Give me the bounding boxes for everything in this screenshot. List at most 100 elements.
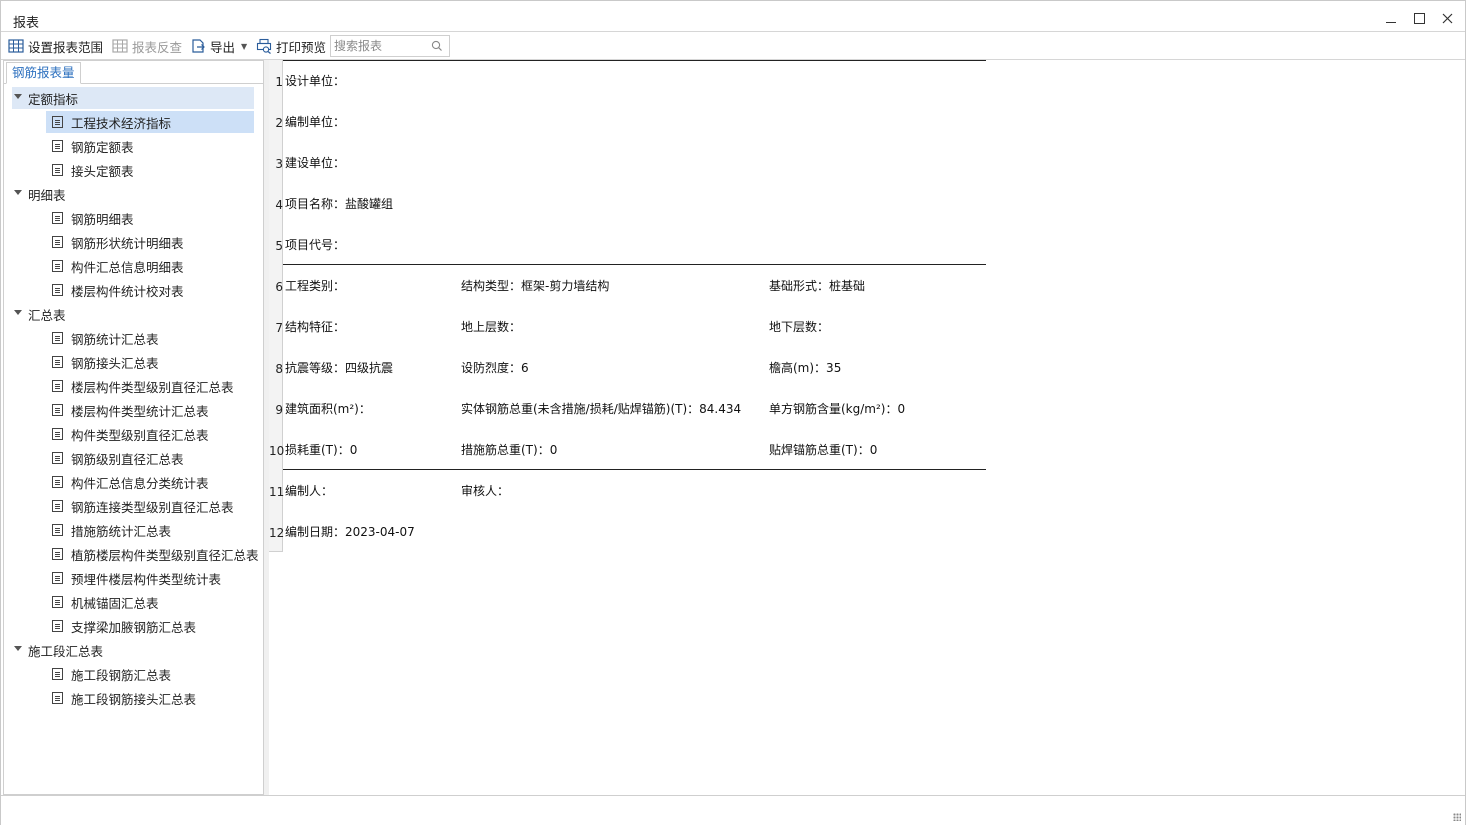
expand-caret-icon[interactable] [14,190,22,195]
maximize-button[interactable] [1410,9,1428,27]
tree-item-label: 钢筋形状统计明细表 [71,235,184,251]
document-icon [52,404,63,416]
report-cell: 结构特征： [285,320,346,334]
tree-item-label: 楼层构件类型级别直径汇总表 [71,379,234,395]
tree-item[interactable]: 构件汇总信息分类统计表 [46,471,254,493]
report-cell: 项目代号： [285,238,346,252]
row-number: 7 [275,321,283,335]
tree-item[interactable]: 钢筋级别直径汇总表 [46,447,254,469]
export-button[interactable]: 导出 ▼ [190,36,247,56]
tab-rebar-report[interactable]: 钢筋报表量 [6,62,81,84]
tree-item[interactable]: 楼层构件类型级别直径汇总表 [46,375,254,397]
tree-item-label: 机械锚固汇总表 [71,595,159,611]
section-divider [283,60,986,61]
row-number: 11 [269,485,285,499]
document-icon [52,548,63,560]
report-reverse-button[interactable]: 报表反查 [112,36,182,56]
row-number-column: 1 2 3 4 5 6 7 8 9 10 11 12 [269,60,285,552]
tree-item[interactable]: 钢筋接头汇总表 [46,351,254,373]
tree-item[interactable]: 接头定额表 [46,159,254,181]
document-icon [52,668,63,680]
document-icon [52,140,63,152]
tree-group[interactable]: 明细表 [12,183,254,205]
report-cell: 建筑面积(m²)： [285,402,371,416]
tree-item[interactable]: 楼层构件类型统计汇总表 [46,399,254,421]
print-preview-button[interactable]: 打印预览 [256,36,326,56]
tree-item[interactable]: 机械锚固汇总表 [46,591,254,613]
document-icon [52,596,63,608]
tree-item-label: 预埋件楼层构件类型统计表 [71,571,222,587]
tree-item[interactable]: 楼层构件统计校对表 [46,279,254,301]
expand-caret-icon[interactable] [14,646,22,651]
close-button[interactable] [1438,9,1456,27]
status-bar [1,795,1465,825]
search-box [330,35,450,57]
tree-item[interactable]: 钢筋连接类型级别直径汇总表 [46,495,254,517]
tree-item-label: 构件汇总信息分类统计表 [71,475,209,491]
tree-item[interactable]: 施工段钢筋汇总表 [46,663,254,685]
close-icon [1442,13,1452,23]
window-title: 报表 [13,16,40,31]
tree-item-label: 楼层构件统计校对表 [71,283,184,299]
document-icon [52,380,63,392]
document-icon [52,260,63,272]
row-number: 6 [275,280,283,294]
tree-item-label: 植筋楼层构件类型级别直径汇总表 [71,547,259,563]
search-icon[interactable] [431,40,443,52]
report-cell: 檐高(m)：35 [769,361,842,375]
tree-item[interactable]: 施工段钢筋接头汇总表 [46,687,254,709]
tree-item-label: 支撑梁加腋钢筋汇总表 [71,619,197,635]
report-cell: 审核人： [461,484,510,498]
tree-item[interactable]: 工程技术经济指标 [46,111,254,133]
set-range-button[interactable]: 设置报表范围 [8,36,103,56]
tree-item[interactable]: 构件汇总信息明细表 [46,255,254,277]
document-icon [52,476,63,488]
document-icon [52,428,63,440]
tree-item[interactable]: 钢筋形状统计明细表 [46,231,254,253]
tree-item-label: 措施筋统计汇总表 [71,523,172,539]
tree-item[interactable]: 支撑梁加腋钢筋汇总表 [46,615,254,637]
document-icon [52,212,63,224]
report-cell: 编制单位： [285,115,346,129]
tree-item-label: 工程技术经济指标 [71,115,172,131]
print-preview-icon [256,38,272,54]
tree-item[interactable]: 预埋件楼层构件类型统计表 [46,567,254,589]
row-number: 5 [275,239,283,253]
tree-item[interactable]: 措施筋统计汇总表 [46,519,254,541]
row-number: 8 [275,362,283,376]
document-icon [52,692,63,704]
expand-caret-icon[interactable] [14,94,22,99]
document-icon [52,452,63,464]
tree-item[interactable]: 钢筋明细表 [46,207,254,229]
tree-group[interactable]: 施工段汇总表 [12,639,254,661]
report-tree-panel: 钢筋报表量 定额指标工程技术经济指标钢筋定额表 接头定额表 明细表钢筋明细表钢筋形状… [3,60,264,795]
report-cell: 措施筋总重(T)：0 [461,443,558,457]
section-divider [283,469,986,470]
tree-group[interactable]: 汇总表 [12,303,254,325]
tree-item-label: 构件汇总信息明细表 [71,259,184,275]
report-cell: 项目名称：盐酸罐组 [285,197,394,211]
tree-item[interactable]: 植筋楼层构件类型级别直径汇总表 [46,543,259,565]
report-cell: 结构类型：框架-剪力墙结构 [461,279,610,293]
tree-item-label: 钢筋级别直径汇总表 [71,451,184,467]
expand-caret-icon[interactable] [14,310,22,315]
tree-item-label: 施工段钢筋汇总表 [71,667,172,683]
export-dropdown-icon[interactable]: ▼ [241,42,247,51]
tree-group-label: 施工段汇总表 [28,643,104,659]
tree-group[interactable]: 定额指标 [12,87,254,109]
report-cell: 贴焊锚筋总重(T)：0 [769,443,878,457]
tree-item[interactable]: 钢筋统计汇总表 [46,327,254,349]
document-icon [52,236,63,248]
search-input[interactable] [331,36,427,56]
minimize-button[interactable] [1382,9,1400,27]
resize-grip-icon[interactable] [1453,813,1461,821]
export-icon [192,39,205,53]
export-label: 导出 [210,39,236,55]
document-icon [52,116,63,128]
document-icon [52,620,63,632]
tree-item[interactable]: 钢筋定额表 [46,135,254,157]
tree-item[interactable]: 构件类型级别直径汇总表 [46,423,254,445]
tree-item-label: 钢筋明细表 [71,211,134,227]
document-icon [52,284,63,296]
report-content: 1 2 3 4 5 6 7 8 9 10 11 12 设计单位： 编制单位： 建设单位： 项目名称：盐酸罐组… [269,60,1465,795]
